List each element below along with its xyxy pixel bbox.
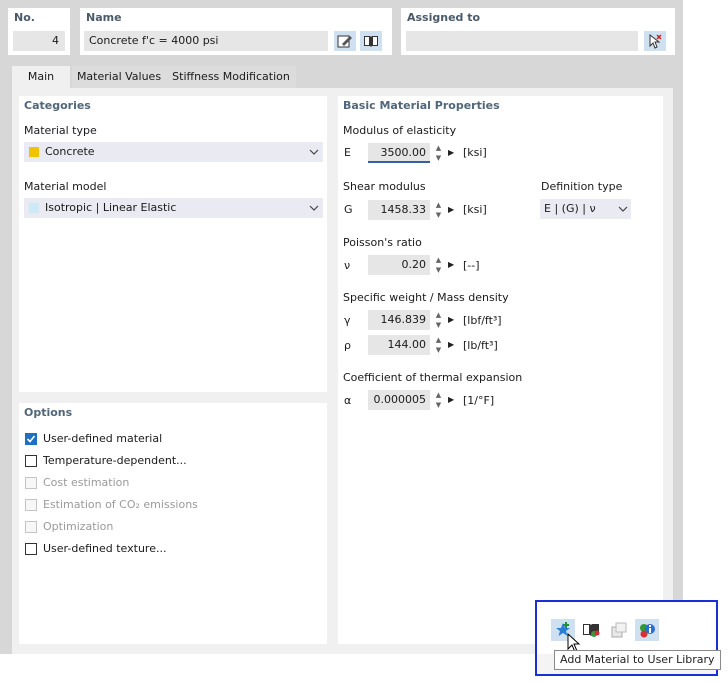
- option-label: Optimization: [43, 520, 114, 533]
- option-label: User-defined material: [43, 432, 163, 445]
- thermal-label: Coefficient of thermal expansion: [343, 371, 523, 384]
- rho-unit: [lb/ft³]: [463, 339, 498, 352]
- material-type-value: Concrete: [45, 145, 95, 158]
- modulus-label: Modulus of elasticity: [343, 124, 457, 137]
- definition-type-label: Definition type: [541, 180, 623, 193]
- copy-material-button: [607, 619, 631, 641]
- e-input[interactable]: 3500.00: [368, 143, 430, 163]
- material-model-dropdown[interactable]: Isotropic | Linear Elastic: [24, 198, 323, 218]
- chevron-down-icon: [309, 205, 319, 211]
- option-label: User-defined texture...: [43, 542, 167, 555]
- basic-properties-panel: Basic Material Properties Modulus of ela…: [338, 96, 663, 644]
- definition-type-value: E | (G) | ν: [544, 202, 596, 215]
- weight-label: Specific weight / Mass density: [343, 291, 509, 304]
- number-label: No.: [14, 11, 35, 24]
- checkbox[interactable]: [25, 455, 37, 467]
- checkbox: [25, 499, 37, 511]
- check-icon: [26, 435, 36, 443]
- name-label: Name: [86, 11, 122, 24]
- material-type-dropdown[interactable]: Concrete: [24, 142, 323, 162]
- chevron-down-icon: [618, 206, 628, 212]
- material-model-label: Material model: [24, 180, 107, 193]
- name-group: Name Concrete f'c = 4000 psi: [80, 8, 392, 55]
- alpha-spinner[interactable]: ▲ ▼: [434, 390, 443, 410]
- nu-input[interactable]: 0.20: [368, 255, 430, 275]
- number-field[interactable]: 4: [13, 31, 65, 51]
- rho-spinner[interactable]: ▲ ▼: [434, 335, 443, 355]
- nu-unit: [--]: [463, 259, 480, 272]
- alpha-unit: [1/°F]: [463, 394, 495, 407]
- e-symbol: E: [344, 146, 351, 159]
- assigned-label: Assigned to: [407, 11, 481, 24]
- g-more-button[interactable]: ▶: [448, 200, 455, 220]
- nu-more-button[interactable]: ▶: [448, 255, 455, 275]
- e-spinner[interactable]: ▲ ▼: [434, 143, 443, 163]
- checkbox[interactable]: [25, 433, 37, 445]
- g-spinner[interactable]: ▲ ▼: [434, 200, 443, 220]
- edit-name-button[interactable]: [334, 31, 356, 51]
- tab-stiffness-modification[interactable]: Stiffness Modification: [166, 66, 296, 88]
- concrete-color-swatch: [29, 147, 39, 157]
- material-info-button[interactable]: [635, 619, 659, 641]
- material-library-icon: [583, 624, 600, 637]
- g-input[interactable]: 1458.33: [368, 200, 430, 220]
- checkbox: [25, 521, 37, 533]
- material-library-button[interactable]: [579, 619, 603, 641]
- chevron-down-icon: [309, 149, 319, 155]
- basic-properties-title: Basic Material Properties: [343, 99, 500, 112]
- nu-spinner[interactable]: ▲ ▼: [434, 255, 443, 275]
- alpha-symbol: α: [344, 394, 352, 407]
- library-button[interactable]: [360, 31, 382, 51]
- number-group: No. 4: [8, 8, 70, 55]
- categories-panel: Categories Material type Concrete Materi…: [19, 96, 327, 392]
- tooltip: Add Material to User Library: [554, 650, 721, 670]
- option-label: Estimation of CO₂ emissions: [43, 498, 198, 511]
- select-objects-button[interactable]: [644, 31, 666, 51]
- gamma-spinner[interactable]: ▲ ▼: [434, 310, 443, 330]
- rho-symbol: ρ: [344, 339, 351, 352]
- material-info-icon: [640, 624, 655, 638]
- pick-cursor-icon: [649, 33, 662, 49]
- rho-input[interactable]: 144.00: [368, 335, 430, 355]
- g-symbol: G: [344, 203, 353, 216]
- assigned-field[interactable]: [406, 31, 638, 51]
- tab-material-values[interactable]: Material Values: [72, 66, 166, 88]
- tab-main[interactable]: Main: [12, 66, 70, 88]
- gamma-symbol: γ: [344, 314, 351, 327]
- rho-more-button[interactable]: ▶: [448, 335, 455, 355]
- edit-icon: [337, 35, 352, 48]
- e-more-button[interactable]: ▶: [448, 143, 455, 163]
- material-model-value: Isotropic | Linear Elastic: [45, 201, 177, 214]
- checkbox: [25, 477, 37, 489]
- model-color-swatch: [29, 203, 39, 213]
- gamma-more-button[interactable]: ▶: [448, 310, 455, 330]
- options-title: Options: [24, 406, 73, 419]
- e-unit: [ksi]: [463, 146, 487, 159]
- gamma-input[interactable]: 146.839: [368, 310, 430, 330]
- alpha-input[interactable]: 0.000005: [368, 390, 430, 410]
- toolbar-highlight: Add Material to User Library: [535, 600, 721, 676]
- material-type-label: Material type: [24, 124, 97, 137]
- alpha-more-button[interactable]: ▶: [448, 390, 455, 410]
- copy-material-icon: [611, 622, 627, 638]
- checkbox[interactable]: [25, 543, 37, 555]
- g-unit: [ksi]: [463, 203, 487, 216]
- book-icon: [364, 36, 378, 47]
- gamma-unit: [lbf/ft³]: [463, 314, 502, 327]
- definition-type-dropdown[interactable]: E | (G) | ν: [540, 199, 631, 219]
- right-margin: [683, 0, 727, 684]
- options-panel: Options User-defined material Temperatur…: [19, 403, 327, 644]
- nu-symbol: ν: [344, 259, 351, 272]
- categories-title: Categories: [24, 99, 91, 112]
- option-label: Cost estimation: [43, 476, 130, 489]
- poisson-label: Poisson's ratio: [343, 236, 422, 249]
- shear-label: Shear modulus: [343, 180, 426, 193]
- option-label: Temperature-dependent...: [43, 454, 187, 467]
- assigned-group: Assigned to: [401, 8, 675, 55]
- name-field[interactable]: Concrete f'c = 4000 psi: [84, 31, 328, 51]
